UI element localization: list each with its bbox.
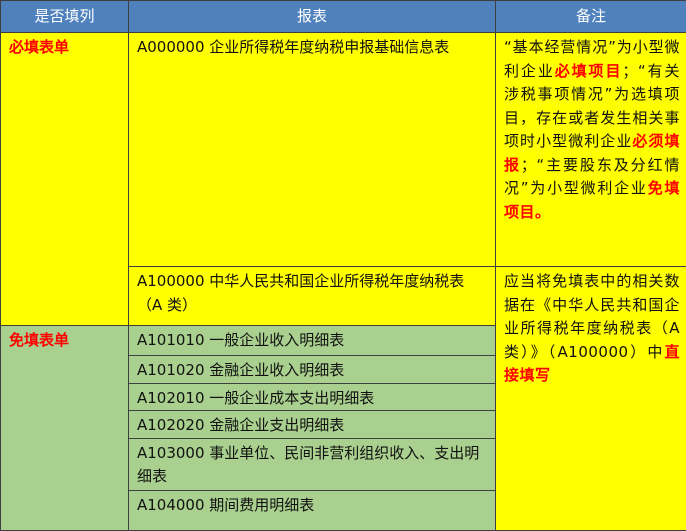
header-row: 是否填列 报表 备注	[1, 1, 686, 33]
report-a104000: A104000 期间费用明细表	[129, 490, 496, 530]
header-notes: 备注	[496, 1, 686, 33]
header-report: 报表	[129, 1, 496, 33]
emphasis-text: 必填项目	[555, 62, 623, 80]
category-exempt: 免填表单	[1, 326, 129, 531]
table-row: 必填表单 A000000 企业所得税年度纳税申报基础信息表 “基本经营情况”为小…	[1, 33, 686, 267]
header-fill-status: 是否填列	[1, 1, 129, 33]
report-a101020: A101020 金融企业收入明细表	[129, 356, 496, 384]
report-a101010: A101010 一般企业收入明细表	[129, 326, 496, 356]
note-text: 应当将免填表中的相关数据在《中华人民共和国企业所得税年度纳税表（A类）》（A10…	[504, 272, 680, 361]
report-a100000: A100000 中华人民共和国企业所得税年度纳税表（A 类）	[129, 267, 496, 326]
note-exempt-forms: 应当将免填表中的相关数据在《中华人民共和国企业所得税年度纳税表（A类）》（A10…	[496, 267, 686, 531]
report-a103000: A103000 事业单位、民间非营利组织收入、支出明细表	[129, 438, 496, 490]
report-a000000: A000000 企业所得税年度纳税申报基础信息表	[129, 33, 496, 267]
report-a102020: A102020 金融企业支出明细表	[129, 411, 496, 439]
report-a102010: A102010 一般企业成本支出明细表	[129, 383, 496, 411]
note-basic-info: “基本经营情况”为小型微利企业必填项目；“有关涉税事项情况”为选填项目，存在或者…	[496, 33, 686, 267]
category-required: 必填表单	[1, 33, 129, 326]
tax-forms-table: 是否填列 报表 备注 必填表单 A000000 企业所得税年度纳税申报基础信息表…	[0, 0, 686, 531]
